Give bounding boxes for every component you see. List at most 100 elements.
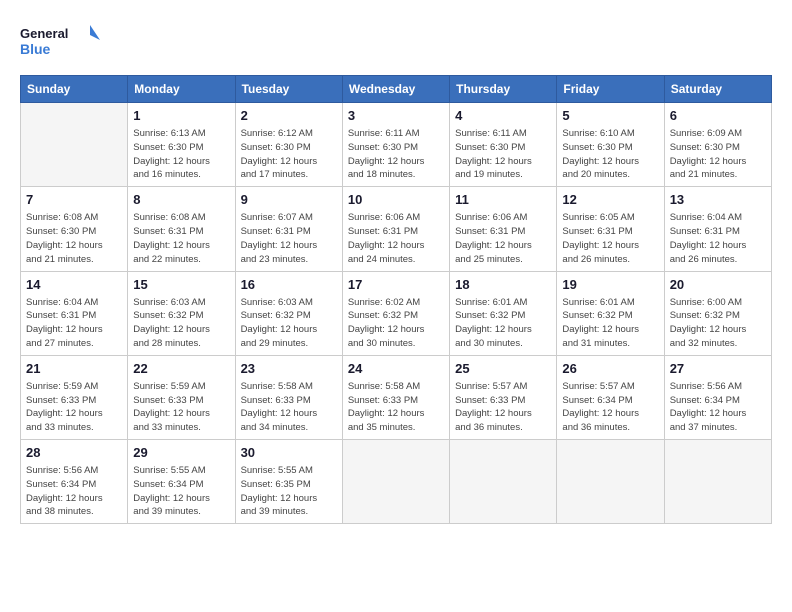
calendar-cell: 28 Sunrise: 5:56 AM Sunset: 6:34 PM Dayli… <box>21 440 128 524</box>
calendar-cell: 12 Sunrise: 6:05 AM Sunset: 6:31 PM Dayli… <box>557 187 664 271</box>
calendar-table: SundayMondayTuesdayWednesdayThursdayFrid… <box>20 75 772 524</box>
calendar-cell: 9 Sunrise: 6:07 AM Sunset: 6:31 PM Daylig… <box>235 187 342 271</box>
day-info: Sunrise: 5:59 AM Sunset: 6:33 PM Dayligh… <box>26 380 122 435</box>
day-number: 20 <box>670 276 766 294</box>
day-number: 19 <box>562 276 658 294</box>
day-info: Sunrise: 6:01 AM Sunset: 6:32 PM Dayligh… <box>562 296 658 351</box>
calendar-cell: 4 Sunrise: 6:11 AM Sunset: 6:30 PM Daylig… <box>450 103 557 187</box>
day-number: 28 <box>26 444 122 462</box>
calendar-cell <box>342 440 449 524</box>
day-info: Sunrise: 5:57 AM Sunset: 6:33 PM Dayligh… <box>455 380 551 435</box>
day-info: Sunrise: 6:06 AM Sunset: 6:31 PM Dayligh… <box>455 211 551 266</box>
calendar-cell: 26 Sunrise: 5:57 AM Sunset: 6:34 PM Dayli… <box>557 355 664 439</box>
calendar-cell: 30Sunrise: 5:55 AM Sunset: 6:35 PM Dayli… <box>235 440 342 524</box>
day-number: 1 <box>133 107 229 125</box>
day-number: 10 <box>348 191 444 209</box>
day-number: 25 <box>455 360 551 378</box>
day-info: Sunrise: 6:13 AM Sunset: 6:30 PM Dayligh… <box>133 127 229 182</box>
day-info: Sunrise: 6:05 AM Sunset: 6:31 PM Dayligh… <box>562 211 658 266</box>
day-number: 4 <box>455 107 551 125</box>
day-number: 7 <box>26 191 122 209</box>
calendar-cell: 1 Sunrise: 6:13 AM Sunset: 6:30 PM Daylig… <box>128 103 235 187</box>
day-info: Sunrise: 6:02 AM Sunset: 6:32 PM Dayligh… <box>348 296 444 351</box>
day-number: 9 <box>241 191 337 209</box>
calendar-cell: 16 Sunrise: 6:03 AM Sunset: 6:32 PM Dayli… <box>235 271 342 355</box>
day-info: Sunrise: 6:10 AM Sunset: 6:30 PM Dayligh… <box>562 127 658 182</box>
day-number: 17 <box>348 276 444 294</box>
calendar-cell: 27 Sunrise: 5:56 AM Sunset: 6:34 PM Dayli… <box>664 355 771 439</box>
day-info: Sunrise: 6:07 AM Sunset: 6:31 PM Dayligh… <box>241 211 337 266</box>
calendar-cell: 7 Sunrise: 6:08 AM Sunset: 6:30 PM Daylig… <box>21 187 128 271</box>
calendar-cell: 29Sunrise: 5:55 AM Sunset: 6:34 PM Dayli… <box>128 440 235 524</box>
calendar-cell: 23 Sunrise: 5:58 AM Sunset: 6:33 PM Dayli… <box>235 355 342 439</box>
day-number: 18 <box>455 276 551 294</box>
day-number: 6 <box>670 107 766 125</box>
calendar-cell: 5 Sunrise: 6:10 AM Sunset: 6:30 PM Daylig… <box>557 103 664 187</box>
day-number: 22 <box>133 360 229 378</box>
day-number: 24 <box>348 360 444 378</box>
weekday-header-tuesday: Tuesday <box>235 76 342 103</box>
day-number: 16 <box>241 276 337 294</box>
day-number: 3 <box>348 107 444 125</box>
day-number: 13 <box>670 191 766 209</box>
weekday-header-friday: Friday <box>557 76 664 103</box>
day-info: Sunrise: 5:55 AM Sunset: 6:35 PM Dayligh… <box>241 464 337 519</box>
svg-text:General: General <box>20 26 68 41</box>
day-number: 27 <box>670 360 766 378</box>
day-info: Sunrise: 5:56 AM Sunset: 6:34 PM Dayligh… <box>670 380 766 435</box>
calendar-cell <box>450 440 557 524</box>
day-info: Sunrise: 5:59 AM Sunset: 6:33 PM Dayligh… <box>133 380 229 435</box>
weekday-header-sunday: Sunday <box>21 76 128 103</box>
calendar-cell: 2Sunrise: 6:12 AM Sunset: 6:30 PM Daylig… <box>235 103 342 187</box>
day-number: 5 <box>562 107 658 125</box>
day-number: 8 <box>133 191 229 209</box>
calendar-cell: 11 Sunrise: 6:06 AM Sunset: 6:31 PM Dayli… <box>450 187 557 271</box>
day-info: Sunrise: 6:03 AM Sunset: 6:32 PM Dayligh… <box>241 296 337 351</box>
day-number: 26 <box>562 360 658 378</box>
calendar-cell: 17 Sunrise: 6:02 AM Sunset: 6:32 PM Dayli… <box>342 271 449 355</box>
logo-svg: General Blue <box>20 20 100 65</box>
calendar-cell: 18 Sunrise: 6:01 AM Sunset: 6:32 PM Dayli… <box>450 271 557 355</box>
day-info: Sunrise: 5:56 AM Sunset: 6:34 PM Dayligh… <box>26 464 122 519</box>
day-number: 15 <box>133 276 229 294</box>
day-number: 12 <box>562 191 658 209</box>
calendar-cell <box>664 440 771 524</box>
day-info: Sunrise: 5:58 AM Sunset: 6:33 PM Dayligh… <box>348 380 444 435</box>
day-info: Sunrise: 6:00 AM Sunset: 6:32 PM Dayligh… <box>670 296 766 351</box>
svg-text:Blue: Blue <box>20 41 51 57</box>
day-info: Sunrise: 6:04 AM Sunset: 6:31 PM Dayligh… <box>26 296 122 351</box>
day-number: 21 <box>26 360 122 378</box>
day-number: 14 <box>26 276 122 294</box>
day-info: Sunrise: 6:11 AM Sunset: 6:30 PM Dayligh… <box>455 127 551 182</box>
calendar-cell: 10 Sunrise: 6:06 AM Sunset: 6:31 PM Dayli… <box>342 187 449 271</box>
calendar-cell: 15Sunrise: 6:03 AM Sunset: 6:32 PM Dayli… <box>128 271 235 355</box>
logo: General Blue <box>20 20 100 65</box>
calendar-cell: 3 Sunrise: 6:11 AM Sunset: 6:30 PM Daylig… <box>342 103 449 187</box>
day-info: Sunrise: 5:57 AM Sunset: 6:34 PM Dayligh… <box>562 380 658 435</box>
calendar-cell <box>557 440 664 524</box>
day-info: Sunrise: 6:04 AM Sunset: 6:31 PM Dayligh… <box>670 211 766 266</box>
day-number: 2 <box>241 107 337 125</box>
calendar-cell: 24 Sunrise: 5:58 AM Sunset: 6:33 PM Dayli… <box>342 355 449 439</box>
day-info: Sunrise: 6:09 AM Sunset: 6:30 PM Dayligh… <box>670 127 766 182</box>
day-info: Sunrise: 6:08 AM Sunset: 6:31 PM Dayligh… <box>133 211 229 266</box>
weekday-header-wednesday: Wednesday <box>342 76 449 103</box>
calendar-cell: 21 Sunrise: 5:59 AM Sunset: 6:33 PM Dayli… <box>21 355 128 439</box>
day-info: Sunrise: 6:08 AM Sunset: 6:30 PM Dayligh… <box>26 211 122 266</box>
calendar-cell: 14 Sunrise: 6:04 AM Sunset: 6:31 PM Dayli… <box>21 271 128 355</box>
day-number: 29 <box>133 444 229 462</box>
day-info: Sunrise: 6:11 AM Sunset: 6:30 PM Dayligh… <box>348 127 444 182</box>
calendar-cell: 22 Sunrise: 5:59 AM Sunset: 6:33 PM Dayli… <box>128 355 235 439</box>
day-number: 23 <box>241 360 337 378</box>
weekday-header-monday: Monday <box>128 76 235 103</box>
calendar-cell: 25 Sunrise: 5:57 AM Sunset: 6:33 PM Dayli… <box>450 355 557 439</box>
day-info: Sunrise: 5:58 AM Sunset: 6:33 PM Dayligh… <box>241 380 337 435</box>
calendar-cell: 20 Sunrise: 6:00 AM Sunset: 6:32 PM Dayli… <box>664 271 771 355</box>
day-info: Sunrise: 6:06 AM Sunset: 6:31 PM Dayligh… <box>348 211 444 266</box>
calendar-cell <box>21 103 128 187</box>
day-info: Sunrise: 6:01 AM Sunset: 6:32 PM Dayligh… <box>455 296 551 351</box>
day-number: 11 <box>455 191 551 209</box>
page-header: General Blue <box>20 20 772 65</box>
calendar-cell: 8 Sunrise: 6:08 AM Sunset: 6:31 PM Daylig… <box>128 187 235 271</box>
weekday-header-thursday: Thursday <box>450 76 557 103</box>
